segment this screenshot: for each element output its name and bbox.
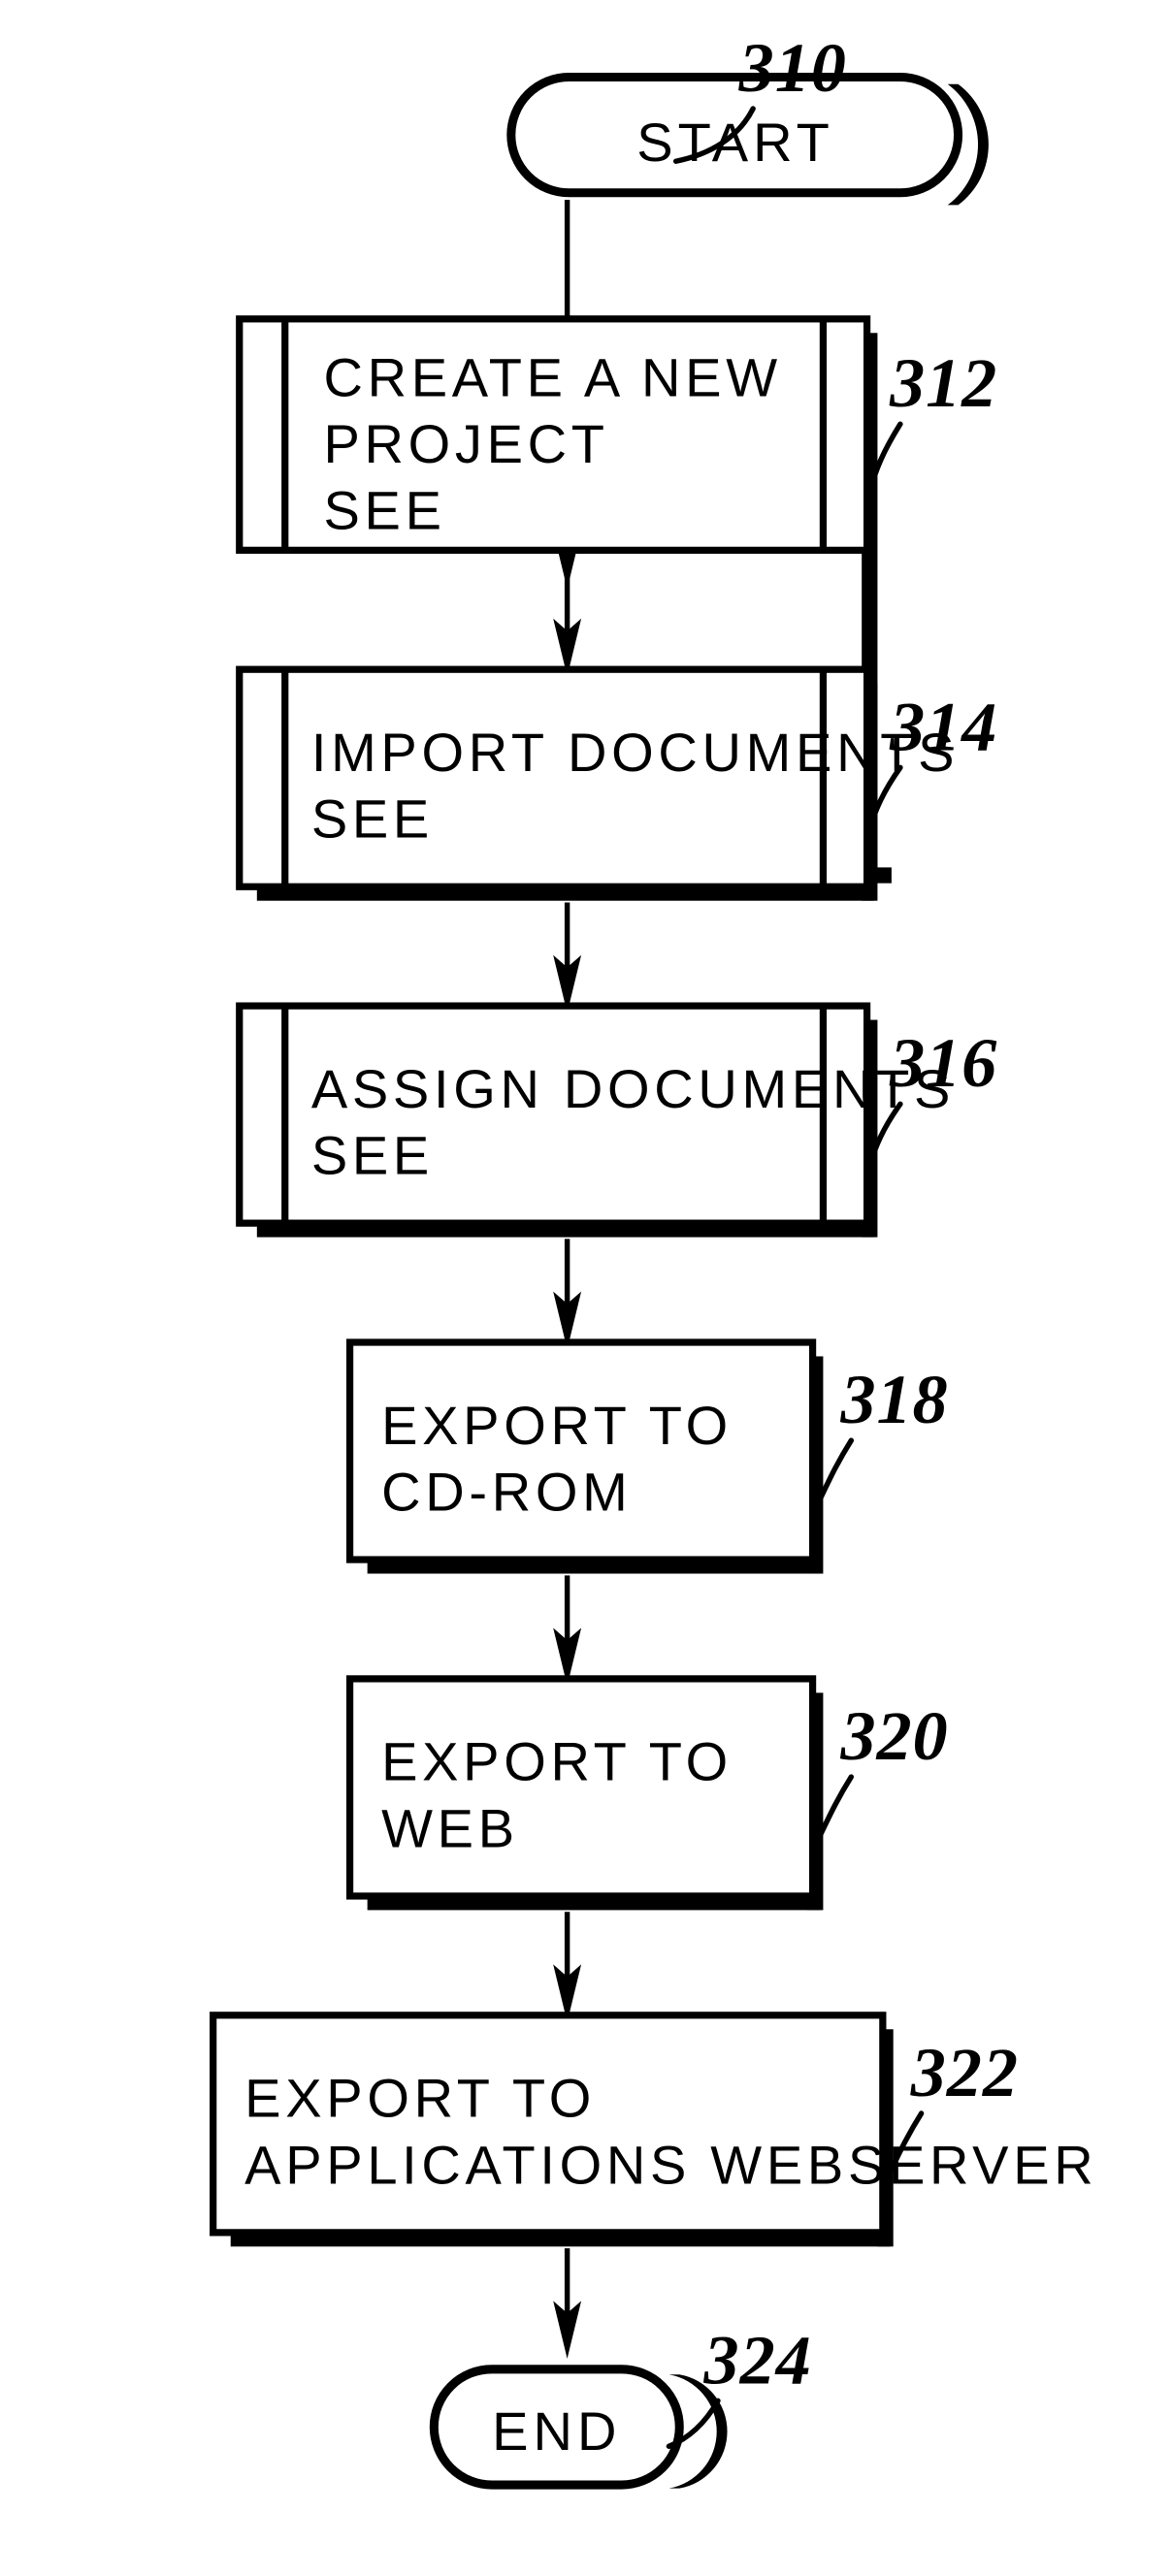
ref-314-label: 314 [889,688,997,765]
node-end[interactable]: END [429,2365,728,2490]
node-start-label: START [636,112,834,173]
ref-318: 318 [813,1361,948,1510]
patent-figure: 300 START 310 CREAT [0,0,1173,2576]
ref-320: 320 [813,1697,948,1847]
ref-310-label: 310 [738,29,847,107]
node-312-line-2: PROJECT [323,413,608,474]
node-import-documents[interactable]: IMPORT DOCUMENTS SEE [236,665,959,901]
ref-316-label: 316 [889,1024,997,1102]
node-318-line-1: EXPORT TO [381,1395,733,1456]
ref-324: 324 [666,2321,812,2450]
node-314-line-2: SEE [311,789,434,850]
node-export-web[interactable]: EXPORT TO WEB [345,1675,824,1911]
ref-312: 312 [865,344,997,498]
ref-320-label: 320 [839,1697,948,1775]
edge-export-web-to-export-webserver [553,1912,582,2023]
node-318-line-2: CD-ROM [381,1461,632,1522]
node-320-line-1: EXPORT TO [381,1731,733,1792]
edge-import-documents-to-assign-documents [553,902,582,1014]
edge-export-cdrom-to-export-web [553,1575,582,1687]
node-end-label: END [492,2400,621,2462]
ref-322-label: 322 [910,2034,1019,2111]
ref-318-label: 318 [839,1361,948,1438]
node-312-line-3: SEE [323,480,445,541]
node-export-cdrom[interactable]: EXPORT TO CD-ROM [345,1338,824,1574]
ref-324-label: 324 [703,2321,812,2399]
edge-create-project-to-import-documents [553,565,582,677]
flowchart-canvas: 300 START 310 CREAT [210,29,1097,2490]
node-312-line-1: CREATE A NEW [323,346,781,407]
ref-312-label: 312 [889,344,997,422]
edge-export-webserver-to-end [553,2248,582,2359]
edge-assign-documents-to-export-cdrom [553,1239,582,1350]
node-316-line-1: ASSIGN DOCUMENTS [311,1058,955,1119]
node-316-line-2: SEE [311,1125,434,1186]
node-322-line-2: APPLICATIONS WEBSERVER [244,2134,1097,2195]
node-314-line-1: IMPORT DOCUMENTS [311,722,959,783]
node-322-line-1: EXPORT TO [244,2068,596,2129]
node-assign-documents[interactable]: ASSIGN DOCUMENTS SEE [236,1002,955,1238]
node-320-line-2: WEB [381,1797,519,1858]
